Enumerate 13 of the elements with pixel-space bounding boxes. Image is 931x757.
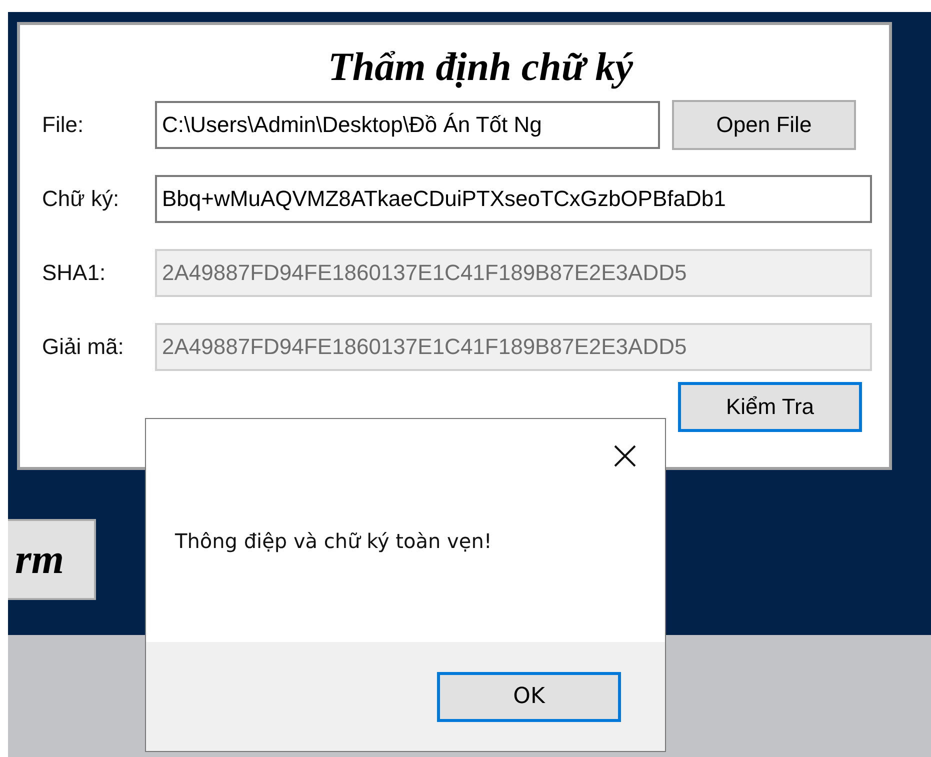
open-file-button[interactable]: Open File [672, 100, 856, 150]
field-label: Chữ ký: [42, 186, 120, 212]
ok-button[interactable]: OK [437, 672, 621, 722]
form-button[interactable]: rm [8, 519, 96, 600]
text-field[interactable]: C:\Users\Admin\Desktop\Đồ Án Tốt Ng [155, 101, 660, 149]
field-label: Giải mã: [42, 334, 125, 360]
field-label: File: [42, 112, 85, 138]
close-icon[interactable] [614, 445, 636, 467]
field-label: SHA1: [42, 260, 107, 286]
text-field[interactable]: Bbq+wMuAQVMZ8ATkaeCDuiPTXseoTCxGzbOPBfaDb1 [155, 175, 872, 223]
form-title: Thẩm định chữ ký [326, 43, 634, 91]
dialog-message: Thông điệp và chữ ký toàn vẹn! [175, 528, 492, 552]
check-button[interactable]: Kiểm Tra [678, 382, 862, 432]
